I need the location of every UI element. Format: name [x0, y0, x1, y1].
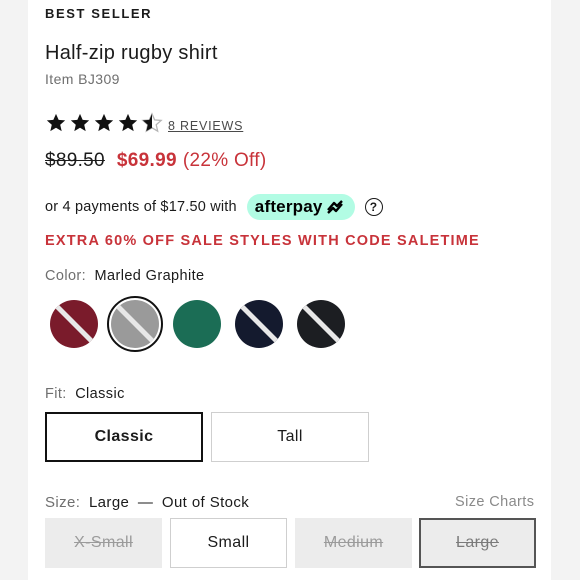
- question-circle-icon[interactable]: ?: [364, 198, 383, 216]
- color-swatch-green[interactable]: [173, 300, 221, 348]
- price-block: $89.50 $69.99 (22% Off): [45, 150, 267, 172]
- fit-selection-label: Fit: Classic: [45, 386, 125, 402]
- best-seller-badge: BEST SELLER: [45, 6, 153, 21]
- color-swatch-marled-graphite[interactable]: [111, 300, 159, 348]
- star-icon: [94, 113, 114, 132]
- unavailable-slash: [298, 300, 344, 347]
- discount-percent: (22% Off): [182, 150, 267, 171]
- size-option-x-small[interactable]: X-Small: [45, 518, 162, 568]
- size-option-small[interactable]: Small: [170, 518, 287, 568]
- selected-color-name: Marled Graphite: [94, 268, 205, 284]
- unavailable-slash: [236, 300, 282, 347]
- product-panel: [28, 0, 551, 580]
- unavailable-slash: [51, 300, 97, 347]
- size-charts-link[interactable]: Size Charts: [455, 494, 534, 510]
- size-option-medium[interactable]: Medium: [295, 518, 412, 568]
- selected-fit-name: Classic: [75, 386, 125, 402]
- star-rating[interactable]: [45, 112, 163, 134]
- unavailable-slash: [112, 300, 158, 347]
- original-price: $89.50: [45, 150, 105, 171]
- fit-option-classic[interactable]: Classic: [45, 412, 203, 462]
- color-swatch-black[interactable]: [297, 300, 345, 348]
- size-separator: —: [137, 494, 154, 511]
- star-icon: [118, 113, 138, 132]
- color-swatch-navy[interactable]: [235, 300, 283, 348]
- stock-status: Out of Stock: [161, 494, 250, 511]
- installment-payment: or 4 payments of $17.50 with afterpay ?: [45, 194, 383, 220]
- installment-text: or 4 payments of $17.50 with: [45, 199, 237, 215]
- half-star-icon: [141, 112, 163, 133]
- color-selection-label: Color: Marled Graphite: [45, 268, 205, 284]
- reviews-link[interactable]: 8 REVIEWS: [168, 119, 243, 133]
- color-swatch-burgundy[interactable]: [50, 300, 98, 348]
- size-label: Size:: [45, 494, 81, 511]
- afterpay-logo[interactable]: afterpay: [246, 194, 355, 220]
- size-option-large[interactable]: Large: [419, 518, 536, 568]
- star-icon: [46, 113, 66, 132]
- product-title: Half-zip rugby shirt: [45, 42, 218, 64]
- sale-price: $69.99: [116, 150, 177, 171]
- selected-size-name: Large: [88, 494, 130, 511]
- size-selection-label: Size: Large — Out of Stock: [45, 494, 249, 511]
- color-label: Color:: [45, 268, 87, 284]
- fit-label: Fit:: [45, 386, 67, 402]
- afterpay-wordmark: afterpay: [254, 197, 323, 216]
- star-icon: [70, 113, 90, 132]
- afterpay-loop-icon: [326, 200, 343, 214]
- fit-option-tall[interactable]: Tall: [211, 412, 369, 462]
- promo-message: EXTRA 60% OFF SALE STYLES WITH CODE SALE…: [45, 233, 480, 249]
- item-number: Item BJ309: [45, 71, 120, 87]
